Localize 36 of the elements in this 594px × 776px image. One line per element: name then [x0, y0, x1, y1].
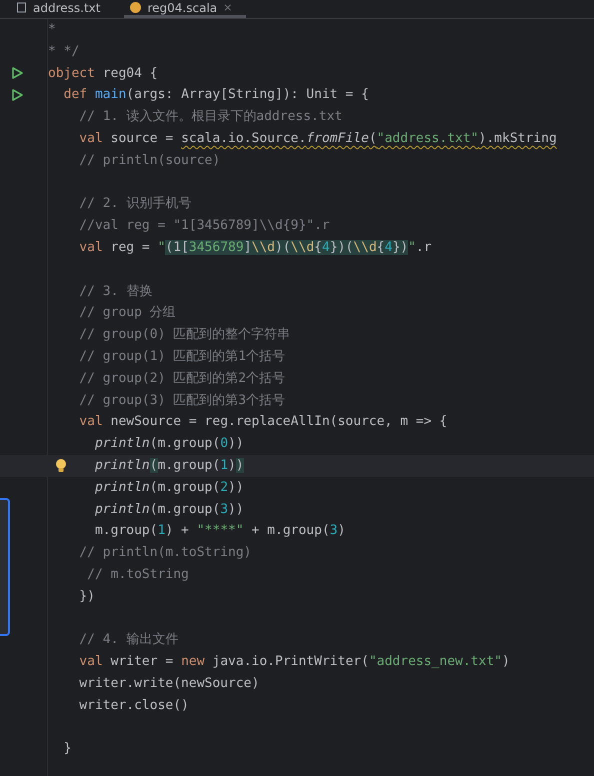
code-line: m.group(1) + "****" + m.group(3): [94, 522, 346, 540]
code-line: val writer = new java.io.PrintWriter("address_new.txt"): [78, 653, 511, 672]
code-line: // group(0) 匹配到的整个字符串: [78, 326, 292, 344]
file-type-icon: [130, 2, 142, 13]
code-line: // 3. 替换: [78, 282, 154, 301]
code-line: writer.close(): [78, 696, 190, 715]
code-line: // m.toString: [86, 566, 190, 584]
code-line: *: [48, 21, 57, 39]
code-line: // 4. 输出文件: [78, 631, 180, 650]
code-line: // println(m.toString): [78, 544, 252, 562]
code-line: val reg = "(1[3456789]\\d)(\\d{4})(\\d{4})".r: [78, 238, 433, 257]
code-line: // 2. 识别手机号: [78, 195, 192, 214]
code-line: println(m.group(0)): [94, 435, 245, 454]
code-line: // group(3) 匹配到的第3个括号: [78, 392, 286, 410]
document-icon: [16, 2, 27, 13]
code-line: val source = scala.io.Source.fromFile("address.txt").mkString: [78, 130, 558, 148]
code-line: object reg04 {: [48, 64, 159, 83]
code-line: println(m.group(2)): [94, 478, 245, 497]
code-line: def main(args: Array[String]): Unit = {: [62, 86, 370, 104]
code-line: println(m.group(3)): [94, 500, 245, 519]
code-line: * */: [48, 42, 80, 61]
code-line: // group 分组: [78, 304, 177, 322]
code-line: // group(1) 匹配到的第1个括号: [78, 348, 286, 366]
code-line: // 1. 读入文件。根目录下的address.txt: [78, 108, 344, 126]
lightbulb-icon[interactable]: [54, 458, 68, 474]
code-line: }): [78, 588, 96, 606]
code-line: val newSource = reg.replaceAllIn(source, m => {: [78, 413, 448, 432]
code-line: println(m.group(1)): [94, 456, 245, 475]
code-line: writer.write(newSource): [78, 674, 260, 693]
code-line: // println(source): [78, 152, 222, 170]
code-line: // group(2) 匹配到的第2个括号: [78, 370, 286, 388]
run-icon[interactable]: [10, 88, 24, 102]
editor-tab[interactable]: address.txt: [10, 0, 114, 18]
run-icon[interactable]: [10, 66, 24, 80]
code-line: //val reg = "1[3456789]\\d{9}".r: [78, 217, 331, 236]
code-line: }: [62, 740, 72, 758]
